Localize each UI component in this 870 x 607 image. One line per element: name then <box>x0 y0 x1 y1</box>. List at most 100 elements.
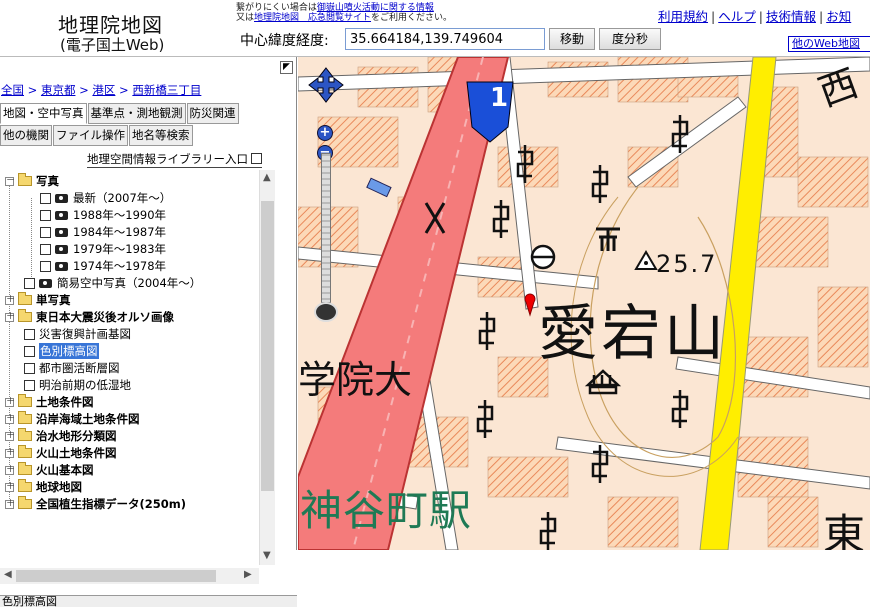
map-navigation-control: + − <box>308 67 344 367</box>
breadcrumb-item[interactable]: 西新橋三丁目 <box>132 83 201 97</box>
help-link[interactable]: ヘルプ <box>718 9 756 24</box>
tree-vertical-scrollbar[interactable]: ▲ ▼ <box>259 170 275 565</box>
layer-checkbox[interactable] <box>24 362 35 374</box>
scroll-up-icon[interactable]: ▲ <box>263 172 271 183</box>
tab-map-photo[interactable]: 地図・空中写真 <box>0 103 87 124</box>
tab-disaster[interactable]: 防災関連 <box>186 103 239 124</box>
collapse-sidebar-icon[interactable]: ◤ <box>280 61 293 74</box>
tree-item[interactable]: 災害復興計画基図 <box>24 326 131 342</box>
news-link[interactable]: お知 <box>826 9 851 24</box>
dms-button[interactable]: 度分秒 <box>599 28 661 50</box>
tree-item[interactable]: ＋ 東日本大震災後オルソ画像 <box>5 309 174 325</box>
tab-other-orgs[interactable]: 他の機関 <box>0 125 52 146</box>
zoom-slider-track[interactable] <box>321 153 331 303</box>
tree-item[interactable]: 1974年～1978年 <box>40 258 166 274</box>
tree-item[interactable]: ＋ 地球地図 <box>5 479 82 495</box>
tree-item[interactable]: 最新（2007年～） <box>40 190 171 206</box>
app-subtitle: (電子国土Web) <box>60 36 165 54</box>
layer-checkbox[interactable] <box>24 345 35 357</box>
tree-item[interactable]: ＋ 単写真 <box>5 292 71 308</box>
tree-horizontal-scrollbar[interactable]: ◀ ▶ <box>0 568 259 584</box>
tab-survey[interactable]: 基準点・測地観測 <box>87 103 186 124</box>
scroll-thumb[interactable] <box>16 570 216 582</box>
layer-tree: － 写真 最新（2007年～） 1988年～1990年 1984年～1987年 1979年… <box>0 170 272 520</box>
tree-item[interactable]: 1984年～1987年 <box>40 224 166 240</box>
layer-checkbox[interactable] <box>40 243 51 255</box>
terms-link[interactable]: 利用規約 <box>658 9 708 24</box>
tech-info-link[interactable]: 技術情報 <box>766 9 816 24</box>
zoom-slider-thumb[interactable] <box>314 302 338 322</box>
expand-icon[interactable]: ＋ <box>5 499 15 509</box>
layer-checkbox[interactable] <box>24 328 35 340</box>
notice: 繋がりにくい場合は御嶽山噴火活動に関する情報 又は地理院地図 応急閲覧サイトをご… <box>236 3 496 23</box>
pan-control-icon[interactable] <box>308 67 344 103</box>
layer-checkbox[interactable] <box>24 277 35 289</box>
tree-item-label: 1974年～1978年 <box>73 259 167 273</box>
tree-item[interactable]: ＋ 治水地形分類図 <box>5 428 117 444</box>
expand-icon[interactable]: ＋ <box>5 448 15 458</box>
scroll-thumb[interactable] <box>261 201 274 491</box>
expand-icon[interactable]: ＋ <box>5 295 15 305</box>
tree-item[interactable]: 都市圏活断層図 <box>24 360 120 376</box>
tree-item[interactable]: ＋ 全国植生指標データ(250m) <box>5 496 186 512</box>
tree-item-label: 沿岸海域土地条件図 <box>36 412 140 426</box>
folder-icon <box>18 411 32 424</box>
expand-icon[interactable]: ＋ <box>5 465 15 475</box>
place-label: 東 <box>823 510 866 550</box>
move-button[interactable]: 移動 <box>549 28 595 50</box>
tree-item[interactable]: 1988年～1990年 <box>40 207 166 223</box>
gsi-library-link[interactable]: 地理空間情報ライブラリー入口 <box>87 151 262 168</box>
breadcrumb-item[interactable]: 港区 <box>92 83 115 97</box>
header: 地理院地図 (電子国土Web) 繋がりにくい場合は御嶽山噴火活動に関する情報 又… <box>0 0 870 57</box>
tree-item-label: 1984年～1987年 <box>73 225 167 239</box>
tree-item-label: 明治前期の低湿地 <box>39 378 131 392</box>
expand-icon[interactable]: ＋ <box>5 431 15 441</box>
selected-layer-panel[interactable]: 色別標高図 <box>0 595 297 607</box>
layer-checkbox[interactable] <box>40 209 51 221</box>
folder-icon <box>18 309 32 322</box>
scroll-down-icon[interactable]: ▼ <box>263 550 271 561</box>
expand-icon[interactable]: ＋ <box>5 482 15 492</box>
emergency-site-link[interactable]: 地理院地図 応急閲覧サイト <box>254 13 371 23</box>
notice-text: 又は <box>236 13 255 23</box>
expand-icon[interactable]: ＋ <box>5 397 15 407</box>
expand-icon[interactable]: ＋ <box>5 414 15 424</box>
folder-icon <box>18 496 32 509</box>
tree-item[interactable]: 1979年～1983年 <box>40 241 166 257</box>
layer-checkbox[interactable] <box>40 260 51 272</box>
camera-icon <box>55 244 68 254</box>
collapse-icon[interactable]: － <box>5 176 15 186</box>
folder-icon <box>18 173 32 186</box>
breadcrumb: 全国 > 東京都 > 港区 > 西新橋三丁目 <box>1 82 201 98</box>
coord-input[interactable] <box>345 28 545 50</box>
tree-item[interactable]: 明治前期の低湿地 <box>24 377 131 393</box>
other-web-map-button[interactable]: 他のWeb地図 <box>788 36 870 52</box>
tree-item[interactable]: － 写真 <box>5 173 59 189</box>
tree-item[interactable]: 簡易空中写真（2004年～） <box>24 275 201 291</box>
scroll-left-icon[interactable]: ◀ <box>4 569 12 580</box>
scroll-right-icon[interactable]: ▶ <box>244 569 252 580</box>
sidebar: ◤ 全国 > 東京都 > 港区 > 西新橋三丁目 地図・空中写真 基準点・測地観… <box>0 57 297 607</box>
tree-item[interactable]: ＋ 火山土地条件図 <box>5 445 117 461</box>
layer-checkbox[interactable] <box>40 226 51 238</box>
tree-item[interactable]: ＋ 火山基本図 <box>5 462 94 478</box>
breadcrumb-item[interactable]: 全国 <box>1 83 24 97</box>
tree-item[interactable]: 色別標高図 <box>24 343 99 359</box>
layer-checkbox[interactable] <box>40 192 51 204</box>
layer-checkbox[interactable] <box>24 379 35 391</box>
tab-row: 他の機関 ファイル操作 地名等検索 <box>0 125 194 146</box>
tree-item[interactable]: ＋ 沿岸海域土地条件図 <box>5 411 140 427</box>
tab-place-search[interactable]: 地名等検索 <box>129 125 193 146</box>
zoom-in-button[interactable]: + <box>317 125 333 141</box>
expand-icon[interactable]: ＋ <box>5 312 15 322</box>
map-canvas[interactable]: 1 西 25.7 愛宕山 学院大 神谷町駅 東 + − <box>298 57 870 550</box>
top-links: 利用規約 | ヘルプ | 技術情報 | お知 <box>658 9 852 24</box>
elevation-label: 25.7 <box>656 250 718 278</box>
tab-file-ops[interactable]: ファイル操作 <box>53 125 128 146</box>
ontake-info-link[interactable]: 御嶽山噴火活動に関する情報 <box>317 3 434 13</box>
tree-item-label: 1979年～1983年 <box>73 242 167 256</box>
tree-item-label: 最新（2007年～） <box>73 191 172 205</box>
camera-icon <box>55 227 68 237</box>
breadcrumb-item[interactable]: 東京都 <box>41 83 76 97</box>
tree-item[interactable]: ＋ 土地条件図 <box>5 394 94 410</box>
